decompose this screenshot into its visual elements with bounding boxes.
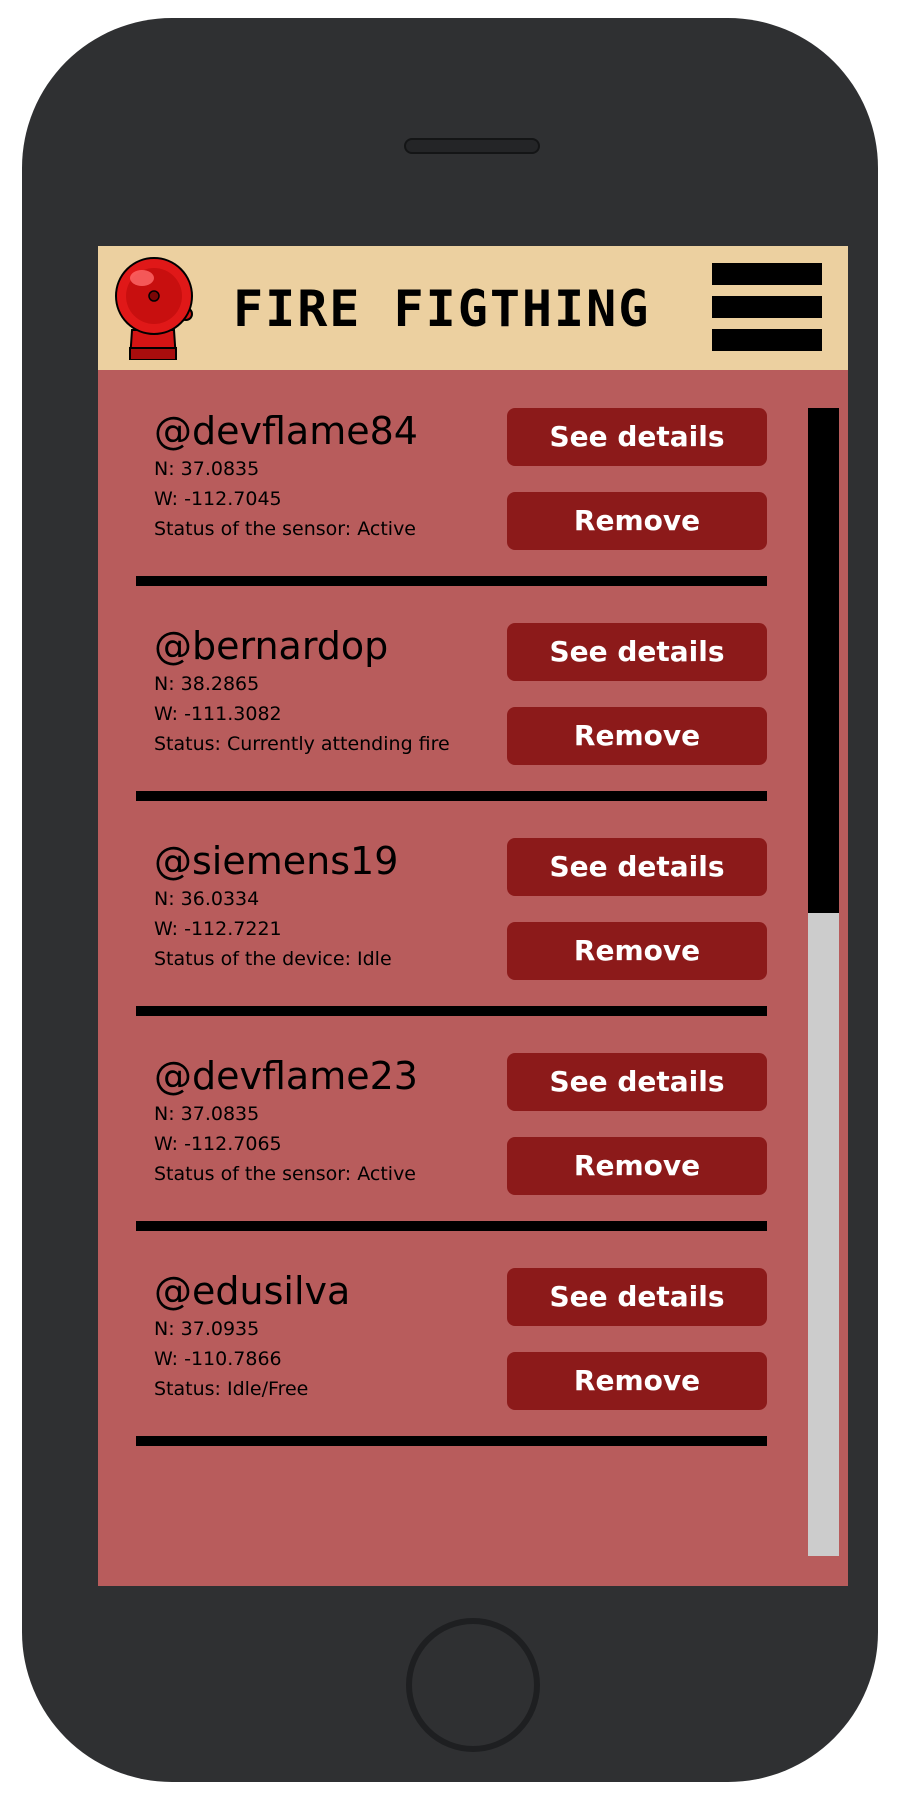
item-divider [136, 576, 767, 586]
see-details-button[interactable]: See details [507, 838, 767, 896]
menu-button[interactable] [712, 263, 822, 353]
device-longitude: W: -111.3082 [154, 703, 282, 725]
device-item: @bernardop N: 38.2865 W: -111.3082 Statu… [98, 623, 798, 838]
remove-button[interactable]: Remove [507, 922, 767, 980]
device-status: Status of the device: Idle [154, 948, 392, 970]
device-name: @devflame84 [154, 409, 418, 453]
device-info: @bernardop N: 38.2865 W: -111.3082 Statu… [154, 623, 474, 759]
see-details-button[interactable]: See details [507, 408, 767, 466]
see-details-button[interactable]: See details [507, 623, 767, 681]
remove-button[interactable]: Remove [507, 707, 767, 765]
device-name: @siemens19 [154, 839, 399, 883]
device-info: @devflame23 N: 37.0835 W: -112.7065 Stat… [154, 1053, 474, 1189]
device-name: @edusilva [154, 1269, 351, 1313]
device-status: Status: Idle/Free [154, 1378, 309, 1400]
device-status: Status of the sensor: Active [154, 1163, 417, 1185]
device-latitude: N: 37.0835 [154, 1103, 260, 1125]
device-latitude: N: 37.0935 [154, 1318, 260, 1340]
device-info: @siemens19 N: 36.0334 W: -112.7221 Statu… [154, 838, 474, 974]
fire-alarm-bell-icon [115, 257, 193, 360]
item-divider [136, 791, 767, 801]
device-longitude: W: -110.7866 [154, 1348, 282, 1370]
device-latitude: N: 36.0334 [154, 888, 260, 910]
item-divider [136, 1221, 767, 1231]
device-status: Status of the sensor: Active [154, 518, 417, 540]
device-status: Status: Currently attending fire [154, 733, 450, 755]
home-button[interactable] [406, 1618, 540, 1752]
app-screen: FIRE FIGTHING @devflame84 N: 37.0835 W: … [98, 246, 848, 1586]
device-info: @devflame84 N: 37.0835 W: -112.7045 Stat… [154, 408, 474, 544]
menu-bar-middle [712, 296, 822, 318]
device-longitude: W: -112.7065 [154, 1133, 282, 1155]
device-longitude: W: -112.7221 [154, 918, 282, 940]
device-item: @edusilva N: 37.0935 W: -110.7866 Status… [98, 1268, 798, 1483]
device-longitude: W: -112.7045 [154, 488, 282, 510]
scrollbar-thumb[interactable] [808, 408, 839, 913]
device-latitude: N: 37.0835 [154, 458, 260, 480]
scrollbar[interactable] [808, 408, 839, 1556]
device-info: @edusilva N: 37.0935 W: -110.7866 Status… [154, 1268, 474, 1404]
app-title: FIRE FIGTHING [233, 280, 651, 338]
item-divider [136, 1006, 767, 1016]
phone-frame: FIRE FIGTHING @devflame84 N: 37.0835 W: … [22, 18, 878, 1782]
device-name: @bernardop [154, 624, 389, 668]
device-name: @devflame23 [154, 1054, 418, 1098]
menu-bar-bottom [712, 329, 822, 351]
device-item: @devflame84 N: 37.0835 W: -112.7045 Stat… [98, 408, 798, 623]
app-header: FIRE FIGTHING [98, 246, 848, 370]
device-list: @devflame84 N: 37.0835 W: -112.7045 Stat… [98, 408, 798, 1483]
see-details-button[interactable]: See details [507, 1053, 767, 1111]
item-divider [136, 1436, 767, 1446]
see-details-button[interactable]: See details [507, 1268, 767, 1326]
device-latitude: N: 38.2865 [154, 673, 260, 695]
device-item: @devflame23 N: 37.0835 W: -112.7065 Stat… [98, 1053, 798, 1268]
device-item: @siemens19 N: 36.0334 W: -112.7221 Statu… [98, 838, 798, 1053]
menu-bar-top [712, 263, 822, 285]
remove-button[interactable]: Remove [507, 1352, 767, 1410]
remove-button[interactable]: Remove [507, 1137, 767, 1195]
remove-button[interactable]: Remove [507, 492, 767, 550]
phone-speaker [404, 138, 540, 154]
